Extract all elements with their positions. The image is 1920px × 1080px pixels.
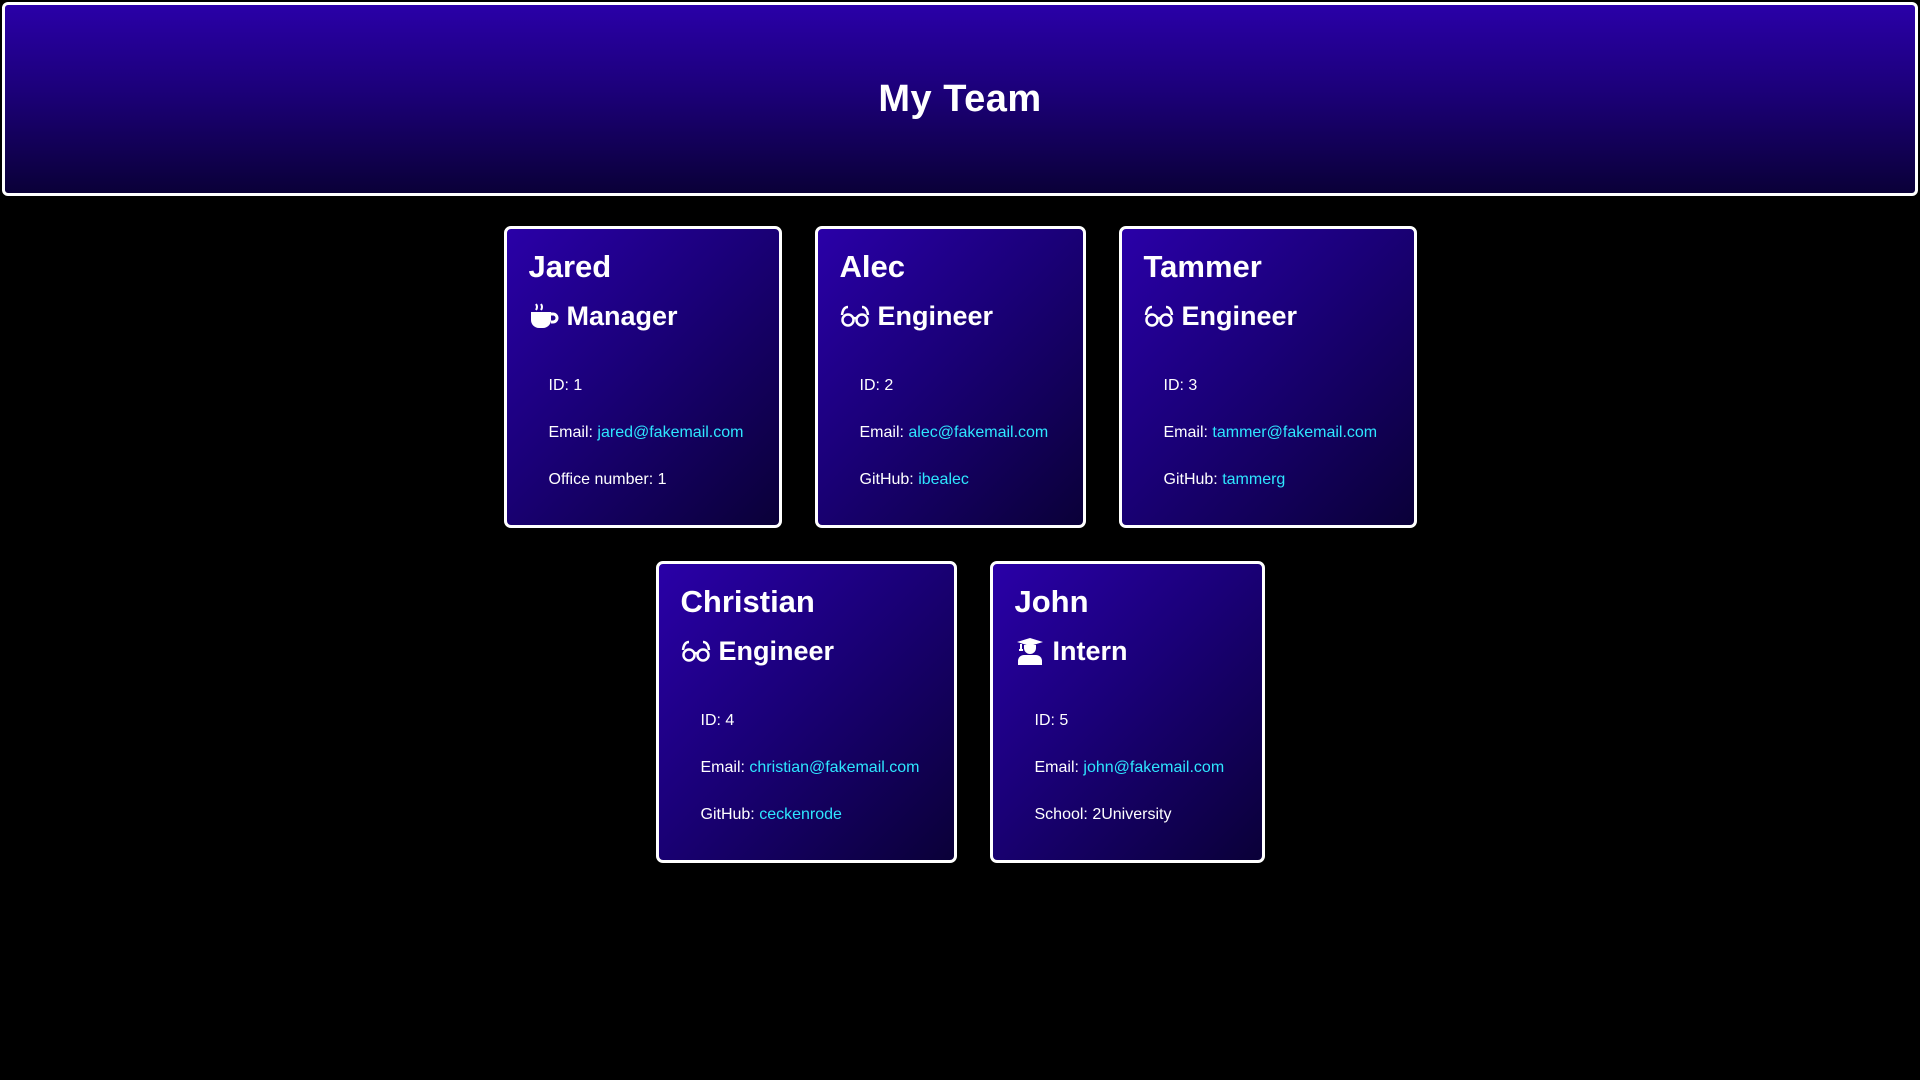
employee-name: John	[1014, 584, 1089, 619]
email-link[interactable]: john@fakemail.com	[1083, 759, 1224, 776]
employee-role-label: Manager	[566, 301, 678, 331]
email-link[interactable]: tammer@fakemail.com	[1212, 424, 1377, 441]
employee-card-christian: Christian Engineer ID: 4 Email: christia…	[655, 561, 957, 863]
email-label: Email:	[700, 759, 750, 776]
email-label: Email:	[859, 424, 909, 441]
employee-email-row: Email: tammer@fakemail.com	[1164, 422, 1392, 469]
github-label: GitHub:	[1163, 471, 1223, 488]
github-label: GitHub:	[859, 471, 919, 488]
employee-role-label: Intern	[1052, 636, 1128, 666]
employee-role: Intern	[1015, 634, 1240, 668]
employee-role-label: Engineer	[877, 301, 994, 331]
employee-role-label: Engineer	[1181, 301, 1298, 331]
graduate-icon	[1015, 636, 1045, 666]
glasses-icon	[681, 636, 711, 666]
employee-id: ID: 2	[859, 377, 894, 394]
email-label: Email:	[1163, 424, 1213, 441]
email-link[interactable]: alec@fakemail.com	[908, 424, 1048, 441]
glasses-icon	[840, 301, 870, 331]
employee-github-row: GitHub: ceckenrode	[701, 804, 932, 851]
employee-name: Tammer	[1143, 249, 1262, 284]
employee-email-row: Email: john@fakemail.com	[1035, 757, 1240, 804]
github-link[interactable]: ceckenrode	[759, 806, 842, 823]
github-label: GitHub:	[700, 806, 760, 823]
employee-github-row: GitHub: tammerg	[1164, 469, 1392, 516]
employee-email-row: Email: jared@fakemail.com	[549, 422, 757, 469]
glasses-icon	[1144, 301, 1174, 331]
employee-details: ID: 3 Email: tammer@fakemail.com GitHub:…	[1144, 375, 1392, 516]
employee-role: Engineer	[1144, 299, 1392, 333]
employee-id: ID: 1	[548, 377, 583, 394]
employee-role: Engineer	[840, 299, 1061, 333]
github-link[interactable]: tammerg	[1222, 471, 1285, 488]
card-row-2: Christian Engineer ID: 4 Email: christia…	[0, 561, 1920, 863]
employee-card-alec: Alec Engineer ID: 2 Email: alec@fakemail…	[814, 226, 1086, 528]
employee-school: School: 2University	[1034, 806, 1172, 823]
employee-id: ID: 3	[1163, 377, 1198, 394]
employee-email-row: Email: christian@fakemail.com	[701, 757, 932, 804]
employee-id: ID: 5	[1034, 712, 1069, 729]
team-cards: Jared Manager ID: 1 Email: jared@fakemai…	[0, 226, 1920, 896]
employee-office-number: Office number: 1	[548, 471, 667, 488]
email-label: Email:	[548, 424, 598, 441]
email-link[interactable]: christian@fakemail.com	[749, 759, 919, 776]
employee-id: ID: 4	[700, 712, 735, 729]
employee-role: Engineer	[681, 634, 932, 668]
employee-details: ID: 4 Email: christian@fakemail.com GitH…	[681, 710, 932, 851]
employee-role-label: Engineer	[718, 636, 835, 666]
email-label: Email:	[1034, 759, 1084, 776]
employee-role: Manager	[529, 299, 757, 333]
employee-details: ID: 5 Email: john@fakemail.com School: 2…	[1015, 710, 1240, 851]
employee-card-jared: Jared Manager ID: 1 Email: jared@fakemai…	[503, 226, 782, 528]
employee-name: Alec	[839, 249, 905, 284]
employee-card-tammer: Tammer Engineer ID: 3 Email: tammer@fake…	[1118, 226, 1417, 528]
coffee-mug-icon	[529, 301, 559, 331]
employee-name: Jared	[528, 249, 612, 284]
employee-details: ID: 1 Email: jared@fakemail.com Office n…	[529, 375, 757, 516]
card-row-1: Jared Manager ID: 1 Email: jared@fakemai…	[0, 226, 1920, 528]
employee-name: Christian	[680, 584, 815, 619]
employee-card-john: John Intern ID: 5 Email: john@fakemail.c…	[989, 561, 1265, 863]
github-link[interactable]: ibealec	[918, 471, 969, 488]
page-title: My Team	[878, 77, 1042, 120]
employee-email-row: Email: alec@fakemail.com	[860, 422, 1061, 469]
page-header: My Team	[2, 2, 1918, 196]
employee-details: ID: 2 Email: alec@fakemail.com GitHub: i…	[840, 375, 1061, 516]
employee-github-row: GitHub: ibealec	[860, 469, 1061, 516]
email-link[interactable]: jared@fakemail.com	[597, 424, 743, 441]
